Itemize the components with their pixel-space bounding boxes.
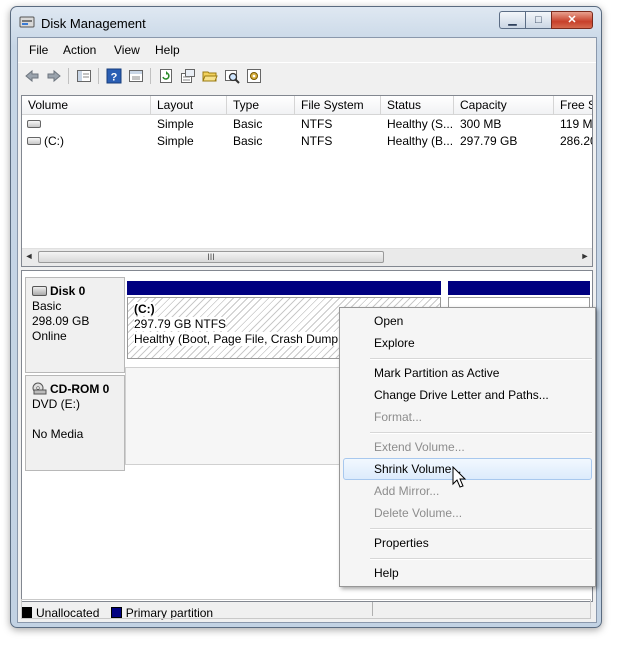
menu-properties[interactable]: Properties <box>343 532 592 554</box>
menu-separator <box>370 528 592 530</box>
menu-explore[interactable]: Explore <box>343 332 592 354</box>
menu-change-drive-letter[interactable]: Change Drive Letter and Paths... <box>343 384 592 406</box>
drive-icon <box>27 120 41 128</box>
table-row[interactable]: Simple Basic NTFS Healthy (S... 300 MB 1… <box>22 116 592 133</box>
status-cell: Healthy (S... <box>387 117 454 131</box>
menu-extend-volume[interactable]: Extend Volume... <box>343 436 592 458</box>
disk-0-label[interactable]: Disk 0 Basic 298.09 GB Online <box>25 277 125 373</box>
toolbar-separator <box>98 68 99 84</box>
menu-help-item[interactable]: Help <box>343 562 592 584</box>
scrollbar-thumb[interactable]: III <box>38 251 384 263</box>
status-bar-divider <box>372 602 373 616</box>
show-hide-tree-icon[interactable] <box>76 68 92 84</box>
scrollbar-grip: III <box>207 252 215 262</box>
explore-icon[interactable] <box>224 68 240 84</box>
partition-status: Healthy (Boot, Page File, Crash Dump, P <box>134 332 353 346</box>
menu-bar: File Action View Help <box>18 38 596 60</box>
properties-view-icon[interactable] <box>128 68 144 84</box>
drive-icon <box>27 137 41 145</box>
status-bar <box>21 599 591 619</box>
cdrom-0-label[interactable]: CD-ROM 0 DVD (E:) No Media <box>25 375 125 471</box>
menu-mark-partition-active[interactable]: Mark Partition as Active <box>343 362 592 384</box>
help-icon[interactable]: ? <box>106 68 122 84</box>
menu-delete-volume[interactable]: Delete Volume... <box>343 502 592 524</box>
free-space-cell: 286.20 <box>560 134 592 148</box>
file-system-cell: NTFS <box>301 134 333 148</box>
menu-view[interactable]: View <box>114 43 140 57</box>
column-header-volume[interactable]: Volume <box>22 96 151 114</box>
status-cell: Healthy (B... <box>387 134 454 148</box>
volume-list-header: Volume Layout Type File System Status Ca… <box>22 96 592 115</box>
disk-state: Online <box>32 329 67 343</box>
window-controls: ▁ □ ✕ <box>499 11 593 31</box>
volume-list[interactable]: Volume Layout Type File System Status Ca… <box>21 95 593 267</box>
window-title: Disk Management <box>41 16 146 31</box>
toolbar: ? <box>18 62 596 89</box>
type-cell: Basic <box>233 117 263 131</box>
context-menu: Open Explore Mark Partition as Active Ch… <box>339 307 596 587</box>
scroll-left-icon[interactable]: ◄ <box>24 251 34 263</box>
layout-cell: Simple <box>157 134 194 148</box>
menu-separator <box>370 432 592 434</box>
capacity-cell: 297.79 GB <box>460 134 518 148</box>
svg-text:?: ? <box>111 72 118 84</box>
column-header-capacity[interactable]: Capacity <box>454 96 554 114</box>
cdrom-drive: DVD (E:) <box>32 397 80 411</box>
menu-separator <box>370 558 592 560</box>
maximize-button[interactable]: □ <box>525 11 551 29</box>
column-header-status[interactable]: Status <box>381 96 454 114</box>
maximize-icon: □ <box>535 14 542 26</box>
layout-cell: Simple <box>157 117 194 131</box>
capacity-cell: 300 MB <box>460 117 502 131</box>
menu-action[interactable]: Action <box>63 43 96 57</box>
toolbar-separator <box>150 68 151 84</box>
disk-size: 298.09 GB <box>32 314 90 328</box>
cdrom-name: CD-ROM 0 <box>32 382 118 397</box>
menu-help[interactable]: Help <box>155 43 180 57</box>
toolbar-separator <box>68 68 69 84</box>
refresh-icon[interactable] <box>158 68 174 84</box>
open-folder-icon[interactable] <box>202 68 218 84</box>
menu-format[interactable]: Format... <box>343 406 592 428</box>
table-row[interactable]: (C:) Simple Basic NTFS Healthy (B... 297… <box>22 133 592 150</box>
close-icon: ✕ <box>567 14 577 26</box>
title-bar[interactable]: Disk Management ▁ □ ✕ <box>11 7 601 37</box>
column-header-layout[interactable]: Layout <box>151 96 227 114</box>
menu-file[interactable]: File <box>29 43 48 57</box>
menu-open[interactable]: Open <box>343 310 592 332</box>
rescan-icon[interactable] <box>180 68 196 84</box>
primary-partition-bar <box>448 281 590 295</box>
cd-drive-icon <box>32 382 47 395</box>
scroll-right-icon[interactable]: ► <box>580 251 590 263</box>
menu-separator <box>370 358 592 360</box>
disk-name: Disk 0 <box>32 284 118 299</box>
column-header-type[interactable]: Type <box>227 96 295 114</box>
primary-partition-bar <box>127 281 441 295</box>
disk-type: Basic <box>32 299 62 313</box>
column-header-free-space[interactable]: Free Sp <box>554 96 592 114</box>
horizontal-scrollbar[interactable]: ◄ III ► <box>22 248 592 266</box>
minimize-icon: ▁ <box>508 14 517 26</box>
partition-title: (C:) <box>134 302 155 316</box>
settings-icon[interactable] <box>246 68 262 84</box>
type-cell: Basic <box>233 134 263 148</box>
forward-icon[interactable] <box>46 68 62 84</box>
volume-cell: (C:) <box>22 133 151 150</box>
free-space-cell: 119 MI <box>560 117 593 131</box>
disk-management-app-icon <box>19 16 35 28</box>
minimize-button[interactable]: ▁ <box>499 11 525 29</box>
partition-size: 297.79 GB NTFS <box>134 317 227 331</box>
volume-cell <box>22 116 151 133</box>
back-icon[interactable] <box>24 68 40 84</box>
close-button[interactable]: ✕ <box>551 11 593 29</box>
cdrom-media: No Media <box>32 427 84 441</box>
mouse-pointer-icon <box>452 466 467 488</box>
file-system-cell: NTFS <box>301 117 333 131</box>
hard-disk-icon <box>32 286 47 296</box>
column-header-file-system[interactable]: File System <box>295 96 381 114</box>
